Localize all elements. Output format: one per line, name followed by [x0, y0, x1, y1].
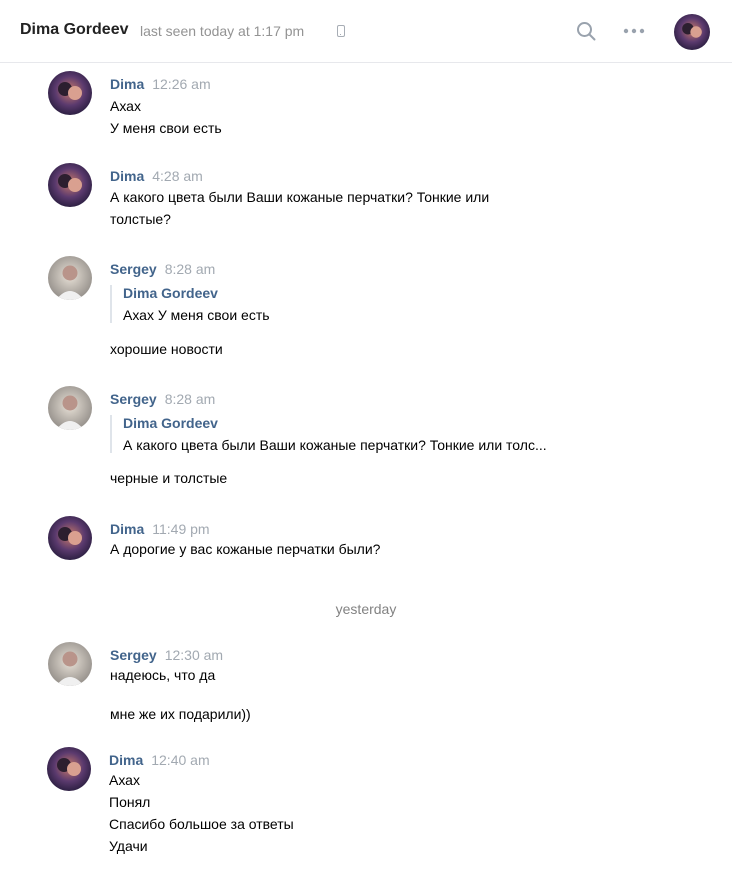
last-seen-status: last seen today at 1:17 pm: [140, 23, 305, 39]
message-text: У меня свои есть: [110, 120, 222, 136]
message-author[interactable]: Dima 12:26 am: [110, 76, 211, 92]
quote-text: Ахах У меня свои есть: [123, 307, 270, 323]
avatar[interactable]: [48, 642, 92, 686]
message-text: А какого цвета были Ваши кожаные перчатк…: [110, 189, 490, 205]
message-text: надеюсь, что да: [110, 667, 216, 683]
phone-icon: [337, 25, 345, 37]
message-text: Спасибо большое за ответы: [109, 816, 294, 832]
date-separator: yesterday: [335, 601, 397, 617]
quote-text: А какого цвета были Ваши кожаные перчатк…: [123, 437, 547, 453]
author-name[interactable]: Dima: [110, 168, 144, 184]
author-name[interactable]: Dima: [110, 76, 144, 92]
message-text: мне же их подарили)): [110, 706, 251, 722]
message-time: 12:26 am: [152, 76, 211, 92]
message-text: Ахах: [109, 772, 140, 788]
search-icon[interactable]: [576, 21, 596, 41]
chat-title[interactable]: Dima Gordeev: [20, 21, 128, 39]
message-time: 12:30 am: [164, 647, 224, 663]
avatar[interactable]: [48, 71, 92, 115]
message-author[interactable]: Dima 4:28 am: [110, 168, 203, 184]
forwarded-quote[interactable]: Dima Gordeev Ахах У меня свои есть: [110, 285, 270, 323]
forwarded-quote[interactable]: Dima Gordeev А какого цвета были Ваши ко…: [110, 415, 547, 453]
message-author[interactable]: Dima 12:40 am: [109, 752, 210, 768]
message-text: толстые?: [110, 211, 171, 227]
quote-author[interactable]: Dima Gordeev: [123, 285, 270, 301]
chat-header: Dima Gordeev last seen today at 1:17 pm: [0, 0, 732, 63]
message-time: 12:40 am: [151, 752, 210, 768]
message-author[interactable]: Sergey 8:28 am: [110, 391, 215, 407]
author-name[interactable]: Sergey: [110, 261, 157, 277]
message-author[interactable]: Sergey 12:30 am: [110, 647, 223, 663]
message-time: 8:28 am: [164, 391, 216, 407]
avatar[interactable]: [48, 256, 92, 300]
message-time: 11:49 pm: [152, 521, 210, 537]
author-name[interactable]: Dima: [110, 521, 144, 537]
author-name[interactable]: Dima: [109, 752, 143, 768]
message-time: 4:28 am: [152, 168, 203, 184]
message-text: А дорогие у вас кожаные перчатки были?: [110, 541, 381, 557]
message-text: Удачи: [109, 838, 148, 854]
author-name[interactable]: Sergey: [110, 647, 157, 663]
header-avatar[interactable]: [674, 14, 710, 50]
avatar[interactable]: [48, 516, 92, 560]
more-icon[interactable]: [622, 21, 646, 41]
message-text: хорошие новости: [110, 341, 223, 357]
avatar[interactable]: [47, 747, 91, 791]
author-name[interactable]: Sergey: [110, 391, 157, 407]
message-author[interactable]: Dima 11:49 pm: [110, 521, 210, 537]
message-text: черные и толстые: [110, 470, 228, 486]
avatar[interactable]: [48, 163, 92, 207]
message-time: 8:28 am: [164, 261, 216, 277]
message-author[interactable]: Sergey 8:28 am: [110, 261, 215, 277]
avatar[interactable]: [48, 386, 92, 430]
message-text: Ахах: [110, 98, 141, 114]
message-text: Понял: [109, 794, 151, 810]
quote-author[interactable]: Dima Gordeev: [123, 415, 547, 431]
